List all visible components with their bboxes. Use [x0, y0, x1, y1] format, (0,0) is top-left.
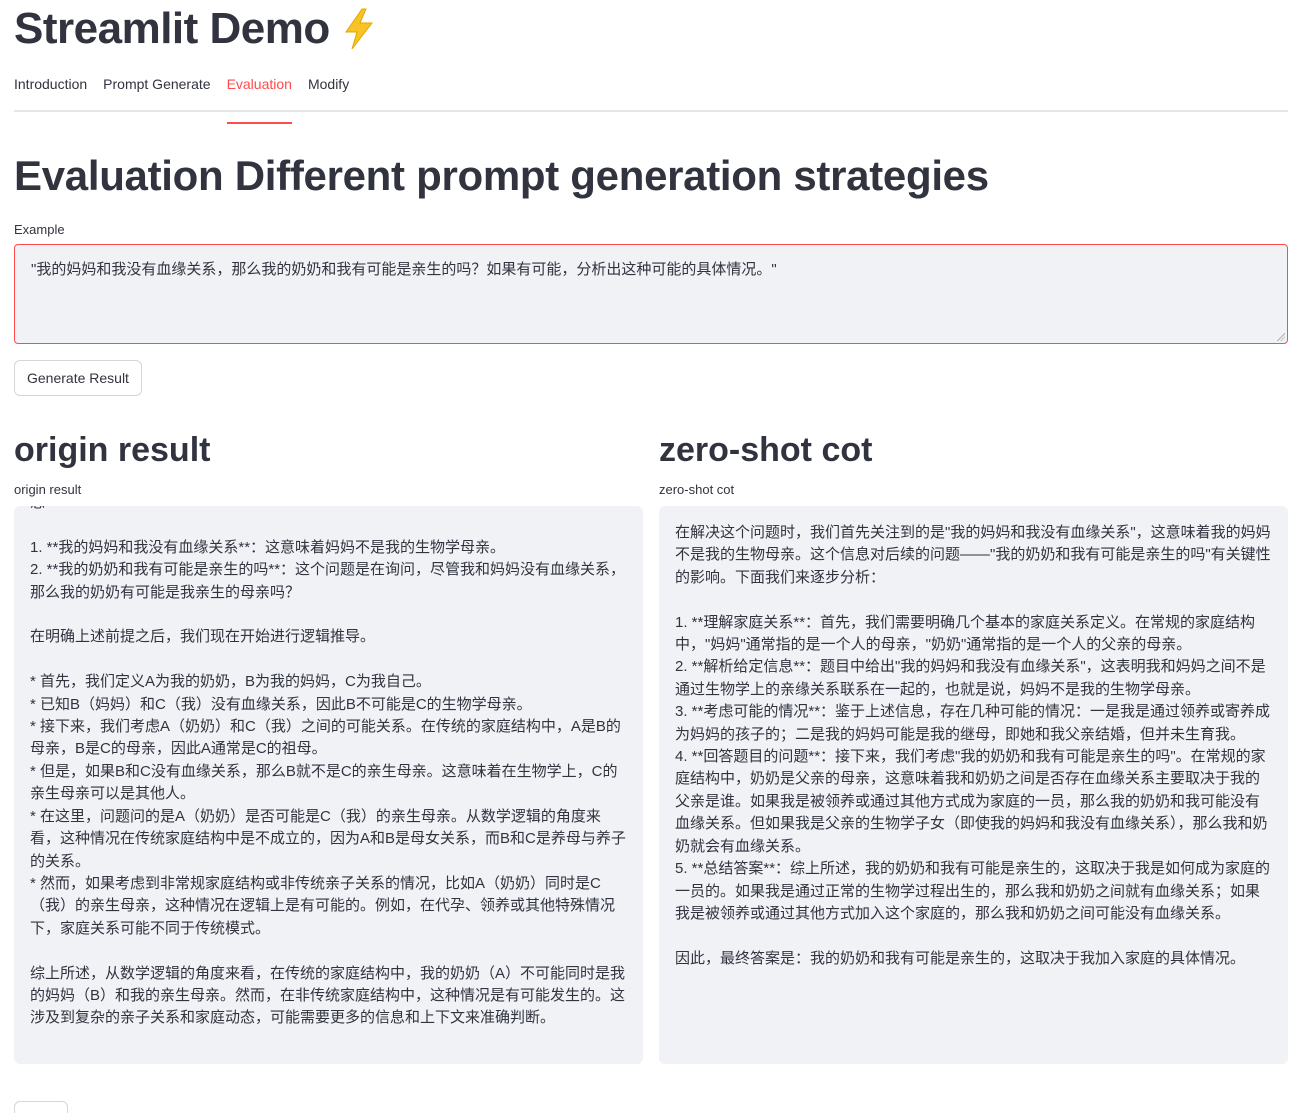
zero-shot-textarea[interactable]: 在解决这个问题时，我们首先关注到的是"我的妈妈和我没有血缘关系"，这意味着我的妈… [659, 506, 1288, 1064]
origin-result-heading: origin result [14, 431, 211, 469]
tab-evaluation[interactable]: Evaluation [226, 76, 308, 124]
zero-shot-text: 在解决这个问题时，我们首先关注到的是"我的妈妈和我没有血缘关系"，这意味着我的妈… [675, 524, 1271, 967]
zero-shot-column: zero-shot cot zero-shot cot 在解决这个问题时，我们首… [659, 428, 1288, 1064]
zero-shot-heading: zero-shot cot [659, 431, 873, 469]
app-page: Streamlit Demo Introduction Prompt Gener… [0, 0, 1302, 1113]
tab-prompt-generate[interactable]: Prompt Generate [103, 76, 226, 110]
tab-bar: Introduction Prompt Generate Evaluation … [14, 76, 1288, 124]
example-textarea[interactable]: "我的妈妈和我没有血缘关系，那么我的奶奶和我有可能是亲生的吗？如果有可能，分析出… [14, 244, 1288, 344]
origin-result-textarea[interactable]: 思 1. **我的妈妈和我没有血缘关系**：这意味着妈妈不是我的生物学母亲。 2… [14, 506, 643, 1064]
origin-result-label: origin result [14, 482, 82, 497]
results-columns: origin result origin result 思 1. **我的妈妈和… [14, 428, 1288, 1064]
example-text: "我的妈妈和我没有血缘关系，那么我的奶奶和我有可能是亲生的吗？如果有可能，分析出… [31, 261, 777, 278]
app-title-text: Streamlit Demo [14, 4, 330, 53]
resize-handle[interactable] [1277, 333, 1285, 341]
lightning-bolt-icon [342, 8, 376, 50]
app-title: Streamlit Demo [14, 0, 1288, 54]
generate-result-button[interactable]: Generate Result [14, 360, 142, 396]
tab-modify[interactable]: Modify [308, 76, 365, 110]
tab-introduction[interactable]: Introduction [14, 76, 103, 110]
next-button[interactable] [14, 1101, 68, 1113]
origin-result-text: 思 1. **我的妈妈和我没有血缘关系**：这意味着妈妈不是我的生物学母亲。 2… [30, 506, 626, 1027]
example-label: Example [14, 222, 65, 237]
page-heading: Evaluation Different prompt generation s… [14, 152, 989, 199]
origin-result-column: origin result origin result 思 1. **我的妈妈和… [14, 428, 643, 1064]
zero-shot-label: zero-shot cot [659, 482, 735, 497]
